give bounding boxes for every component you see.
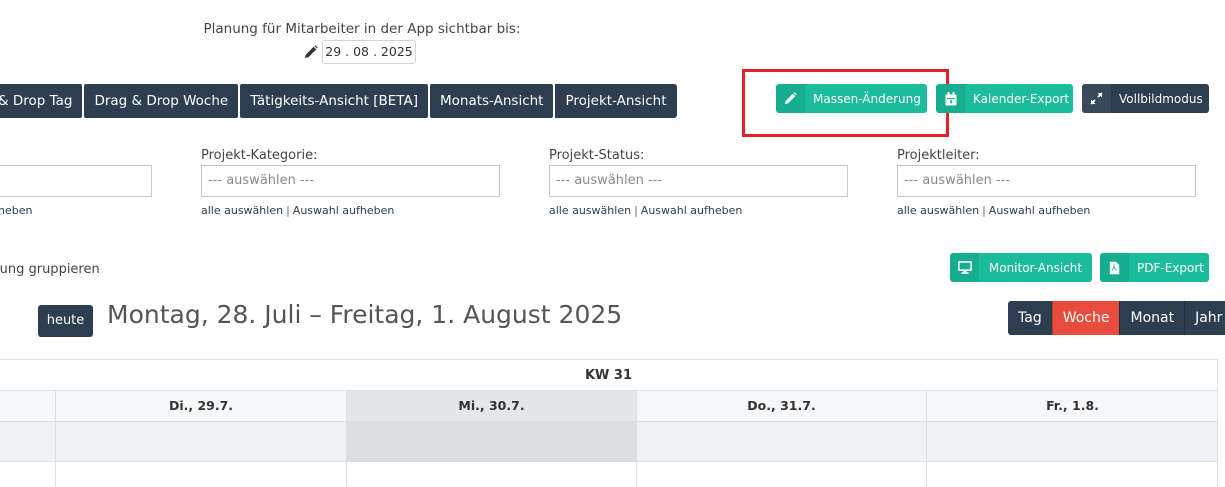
today-button[interactable]: heute: [38, 305, 93, 337]
pdf-file-icon: [1100, 253, 1129, 282]
expand-icon: [1082, 84, 1111, 113]
grid-divider: [55, 391, 56, 487]
fullscreen-button[interactable]: Vollbildmodus: [1082, 84, 1209, 113]
day-header-row: Di., 29.7. Mi., 30.7. Do., 31.7. Fr., 1.…: [0, 391, 1217, 422]
mass-edit-label: Massen-Änderung: [813, 91, 921, 106]
filter-links-partial: heben: [0, 204, 32, 217]
clear-selection-link[interactable]: Auswahl aufheben: [989, 204, 1091, 217]
filter-select-partial[interactable]: [0, 165, 152, 197]
pencil-icon: [776, 84, 805, 113]
day-header[interactable]: Di., 29.7.: [55, 391, 346, 421]
project-lead-links: alle auswählen | Auswahl aufheben: [897, 204, 1091, 217]
tab-activity-view[interactable]: Tätigkeits-Ansicht [BETA]: [240, 84, 428, 118]
calendar-grid: KW 31 Di., 29.7. Mi., 30.7. Do., 31.7. F…: [0, 359, 1218, 487]
day-header[interactable]: Do., 31.7.: [636, 391, 926, 421]
monitor-view-label: Monitor-Ansicht: [988, 260, 1083, 275]
view-week-button[interactable]: Woche: [1051, 301, 1120, 335]
calendar-icon: [936, 84, 965, 113]
project-category-links: alle auswählen | Auswahl aufheben: [201, 204, 395, 217]
view-tabs: & Drop Tag Drag & Drop Woche Tätigkeits-…: [0, 84, 679, 118]
monitor-view-button[interactable]: Monitor-Ansicht: [950, 253, 1092, 282]
tab-project-view[interactable]: Projekt-Ansicht: [555, 84, 677, 118]
pdf-export-button[interactable]: PDF-Export: [1100, 253, 1209, 282]
view-year-button[interactable]: Jahr: [1184, 301, 1225, 335]
visibility-label: Planung für Mitarbeiter in der App sicht…: [203, 21, 521, 37]
grid-divider: [636, 391, 637, 487]
date-range-title: Montag, 28. Juli – Freitag, 1. August 20…: [107, 300, 623, 329]
project-lead-select[interactable]: --- auswählen ---: [897, 165, 1196, 197]
project-category-select[interactable]: --- auswählen ---: [201, 165, 500, 197]
project-category-label: Projekt-Kategorie:: [201, 148, 318, 163]
select-all-link[interactable]: alle auswählen: [897, 204, 979, 217]
today-column-shade: [346, 422, 636, 462]
grid-divider: [926, 391, 927, 487]
group-by-label[interactable]: lung gruppieren: [0, 262, 100, 277]
week-number-header: KW 31: [0, 360, 1217, 391]
project-lead-label: Projektleiter:: [897, 148, 980, 163]
project-status-links: alle auswählen | Auswahl aufheben: [549, 204, 743, 217]
project-status-select[interactable]: --- auswählen ---: [549, 165, 848, 197]
calendar-export-button[interactable]: Kalender-Export: [936, 84, 1073, 113]
select-all-link[interactable]: alle auswählen: [549, 204, 631, 217]
pencil-icon[interactable]: [304, 44, 318, 58]
fullscreen-label: Vollbildmodus: [1119, 91, 1203, 106]
calendar-row[interactable]: [0, 462, 1217, 487]
project-status-label: Projekt-Status:: [549, 148, 645, 163]
day-header[interactable]: Fr., 1.8.: [926, 391, 1217, 421]
calendar-view-switcher: Tag Woche Monat Jahr: [1008, 301, 1225, 335]
select-all-link[interactable]: alle auswählen: [201, 204, 283, 217]
mass-edit-button[interactable]: Massen-Änderung: [776, 84, 927, 113]
clear-selection-link[interactable]: Auswahl aufheben: [641, 204, 743, 217]
calendar-export-label: Kalender-Export: [973, 91, 1070, 106]
day-header-today[interactable]: Mi., 30.7.: [346, 391, 636, 421]
clear-selection-link[interactable]: Auswahl aufheben: [293, 204, 395, 217]
pdf-export-label: PDF-Export: [1137, 260, 1204, 275]
grid-divider: [346, 391, 347, 487]
clear-selection-link[interactable]: heben: [0, 204, 32, 217]
view-month-button[interactable]: Monat: [1119, 301, 1185, 335]
tab-month-view[interactable]: Monats-Ansicht: [429, 84, 554, 118]
tab-drag-drop-day[interactable]: & Drop Tag: [0, 84, 83, 118]
tab-drag-drop-week[interactable]: Drag & Drop Woche: [84, 84, 239, 118]
monitor-icon: [950, 253, 979, 282]
view-day-button[interactable]: Tag: [1008, 301, 1052, 335]
visibility-date-input[interactable]: 29 . 08 . 2025: [322, 40, 416, 64]
